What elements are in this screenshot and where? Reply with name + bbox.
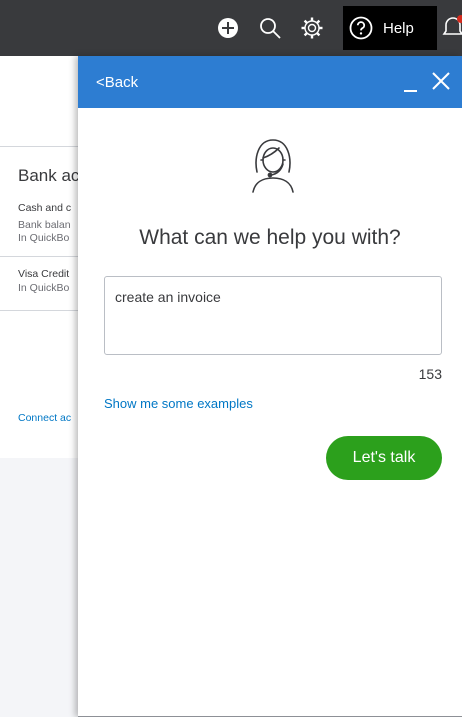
- plus-circle-icon[interactable]: [214, 14, 242, 42]
- background-page: Bank ac Cash and c Bank balan In QuickBo…: [0, 56, 90, 458]
- character-counter: 153: [418, 366, 442, 382]
- divider: [0, 310, 90, 311]
- search-icon[interactable]: [256, 14, 284, 42]
- top-bar: Help: [0, 0, 462, 56]
- bell-icon[interactable]: [440, 14, 462, 42]
- divider: [0, 146, 90, 147]
- help-button[interactable]: Help: [343, 6, 437, 50]
- account-quickbooks-label: In QuickBo: [18, 232, 70, 244]
- question-circle-icon: [349, 16, 373, 40]
- help-panel: <Back What can we help you with? create …: [78, 56, 462, 717]
- help-heading: What can we help you with?: [139, 226, 401, 249]
- help-label: Help: [383, 19, 414, 37]
- account-balance-label: Bank balan: [18, 219, 71, 231]
- connect-accounts-link[interactable]: Connect ac: [18, 412, 71, 424]
- account-name[interactable]: Cash and c: [18, 202, 71, 214]
- minimize-icon[interactable]: [402, 70, 418, 92]
- bank-accounts-title: Bank ac: [18, 166, 80, 185]
- help-query-input[interactable]: create an invoice: [104, 276, 442, 355]
- help-panel-header: <Back: [78, 56, 462, 108]
- divider: [0, 256, 90, 257]
- support-agent-icon: [249, 134, 297, 194]
- show-examples-link[interactable]: Show me some examples: [104, 396, 253, 411]
- back-button[interactable]: <Back: [96, 74, 138, 91]
- gear-icon[interactable]: [298, 14, 326, 42]
- account-name[interactable]: Visa Credit: [18, 268, 69, 280]
- account-quickbooks-label: In QuickBo: [18, 282, 70, 294]
- lets-talk-button[interactable]: Let's talk: [326, 436, 442, 480]
- close-icon[interactable]: [430, 70, 452, 92]
